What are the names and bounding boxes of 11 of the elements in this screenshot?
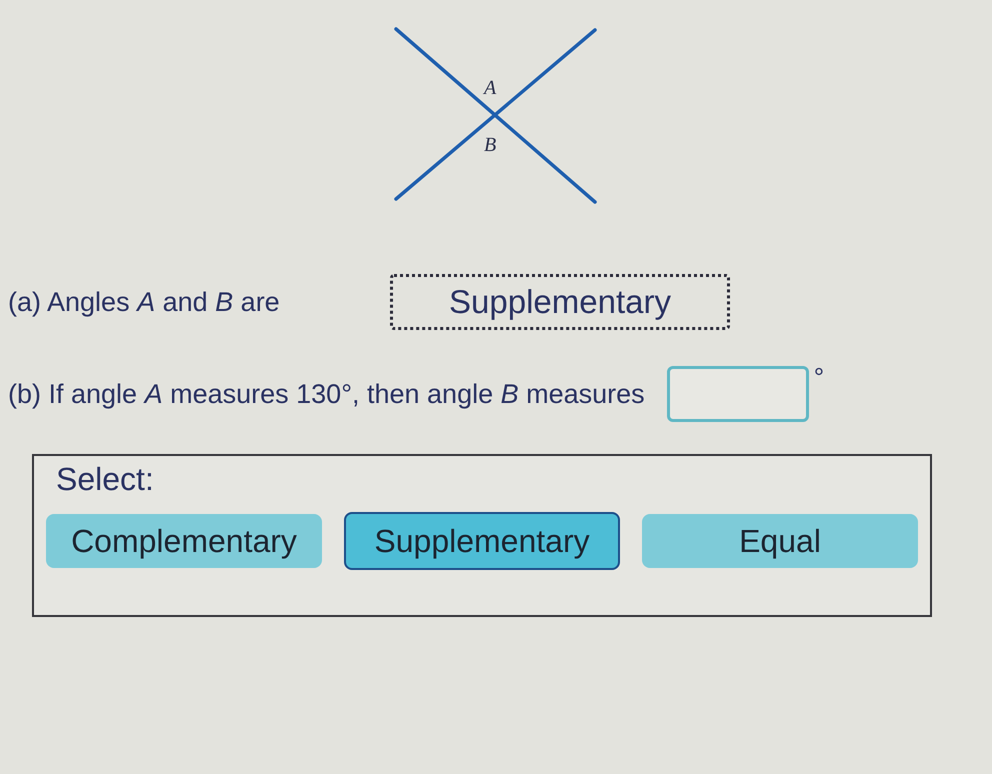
option-button[interactable]: Complementary [46,514,322,568]
answer-input-field[interactable] [666,366,809,422]
degree-unit: ° [814,361,824,394]
answer-box[interactable]: Supplementary [390,274,730,330]
angle-label: B [484,134,496,156]
select-title: Select: [56,460,154,498]
angle-label: A [484,77,496,99]
option-button[interactable]: Equal [642,514,918,568]
option-button[interactable]: Supplementary [344,512,620,570]
question-text: (b) If angle A measures 130°, then angle B measures [8,378,645,411]
question-text: (a) Angles A and B are [8,286,281,319]
